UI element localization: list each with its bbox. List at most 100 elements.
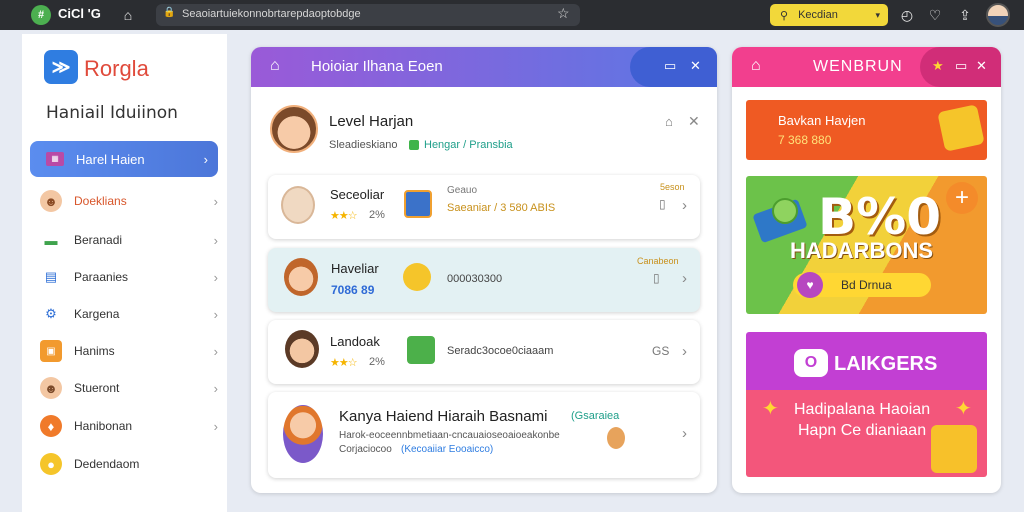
sidebar-item[interactable]: ☻ Doeklians › bbox=[40, 186, 218, 216]
doc-icon[interactable]: ▯ bbox=[653, 271, 660, 285]
featured-title-link[interactable]: (Gsaraiea bbox=[571, 410, 619, 422]
close-icon[interactable]: ✕ bbox=[688, 113, 700, 130]
sidebar-item-label: Stueront bbox=[74, 381, 120, 395]
promo1-value: 7 368 880 bbox=[778, 133, 832, 147]
profile-avatar bbox=[270, 105, 318, 153]
brand-logo-icon: O bbox=[794, 349, 828, 377]
card-side[interactable]: GS bbox=[652, 344, 669, 358]
url-text[interactable]: Seaoiartuiekonnobrtarepdaoptobdge bbox=[182, 8, 361, 20]
thumbs-up-icon bbox=[931, 425, 977, 473]
promo3-title: LAIKGERS bbox=[834, 353, 938, 375]
promo3-line1: Hadipalana Haoian bbox=[794, 401, 931, 418]
search-label: Kecdian bbox=[798, 9, 838, 21]
user-avatar[interactable] bbox=[986, 3, 1010, 27]
coin-icon bbox=[772, 198, 798, 224]
hero-avatar bbox=[283, 405, 323, 463]
browser-brand: CiCl 'G bbox=[58, 6, 101, 21]
star-icon[interactable]: ☆ bbox=[557, 5, 570, 22]
rating-stars: ★★☆ bbox=[330, 210, 358, 222]
featured-title: Kanya Haiend Hiaraih Basnami bbox=[339, 408, 548, 425]
card-info: Seradc3ocoe0ciaaam bbox=[447, 345, 554, 357]
mascot-icon bbox=[607, 427, 625, 449]
sidebar-subtitle: Haniail Iduiinon bbox=[46, 103, 178, 123]
pet-avatar bbox=[281, 186, 315, 224]
avatar-icon: ☻ bbox=[40, 377, 62, 399]
sidebar-item[interactable]: ♦ Hanibonan › bbox=[40, 411, 218, 441]
sparkle-icon: ✦ bbox=[762, 398, 779, 420]
upload-icon[interactable]: ⇪ bbox=[955, 5, 975, 25]
inbox-icon[interactable]: ⌂ bbox=[665, 114, 673, 129]
sidebar-item-label: Dedendaom bbox=[74, 457, 140, 471]
chevron-right-icon[interactable]: › bbox=[682, 343, 687, 360]
sidebar-item[interactable]: ▬ Beranadi › bbox=[40, 225, 219, 255]
search-pill[interactable]: ⚲ Kecdian ▾ bbox=[770, 4, 888, 26]
promo-panel-title: WENBRUN bbox=[813, 58, 903, 75]
sidebar-item[interactable]: ☻ Stueront › bbox=[40, 373, 218, 403]
sidebar-item[interactable]: ● Dedendaom bbox=[40, 449, 218, 479]
window-icon[interactable]: ▭ bbox=[664, 58, 676, 74]
heart-icon[interactable]: ♡ bbox=[925, 5, 945, 25]
card-rating: 2% bbox=[369, 356, 385, 368]
sidebar-item[interactable]: ⚙ Kargena › bbox=[40, 299, 218, 329]
chevron-right-icon: › bbox=[213, 232, 218, 248]
sidebar-item-label: Hanims bbox=[74, 344, 115, 358]
clock-icon[interactable]: ◴ bbox=[897, 5, 917, 25]
avatar-icon: ☻ bbox=[40, 190, 62, 212]
close-icon[interactable]: ✕ bbox=[976, 58, 987, 74]
panel-title: Hoioiar Ilhana Eoen bbox=[311, 58, 443, 75]
home-icon[interactable]: ⌂ bbox=[270, 57, 280, 75]
featured-line2-link[interactable]: (Kecoaiiar Eooaicco) bbox=[401, 444, 493, 455]
card-title: Haveliar bbox=[331, 261, 379, 276]
app-logo-text: Rorgla bbox=[84, 56, 149, 81]
chevron-right-icon: › bbox=[213, 306, 218, 322]
chevron-right-icon: › bbox=[213, 380, 218, 396]
chevron-right-icon: › bbox=[213, 269, 218, 285]
chevron-down-icon: ▾ bbox=[875, 9, 880, 20]
plus-icon[interactable]: + bbox=[946, 182, 978, 214]
heart-icon: ♥ bbox=[797, 272, 823, 298]
profile-link[interactable]: Hengar / Pransbia bbox=[424, 139, 513, 151]
sidebar-item[interactable]: ▣ Hanims › bbox=[40, 336, 218, 366]
card-tag: Canabeon bbox=[637, 256, 679, 266]
coin-icon bbox=[403, 263, 431, 291]
gear-icon: ⚙ bbox=[45, 306, 57, 321]
chevron-right-icon: › bbox=[213, 418, 218, 434]
card-info: Saeaniar / 3 580 ABIS bbox=[447, 202, 556, 214]
sidebar-item[interactable]: ▤ Paraanies › bbox=[40, 262, 218, 292]
promo2-subtitle: HADARBONS bbox=[790, 238, 933, 263]
card-info-top: Geauo bbox=[447, 185, 478, 196]
chevron-right-icon[interactable]: › bbox=[682, 197, 687, 214]
doc-icon[interactable]: ▯ bbox=[659, 197, 666, 211]
card-tag: 5eson bbox=[660, 182, 685, 192]
sidebar-item-label: Kargena bbox=[74, 307, 120, 321]
shield-icon: ♦ bbox=[40, 415, 62, 437]
collapse-icon[interactable]: ✕ bbox=[690, 58, 701, 74]
card-title: Seceoliar bbox=[330, 187, 385, 202]
search-icon: ⚲ bbox=[780, 9, 789, 22]
chevron-right-icon[interactable]: › bbox=[682, 425, 687, 442]
window-icon[interactable]: ▭ bbox=[955, 58, 967, 74]
browser-logo-icon[interactable]: # bbox=[31, 5, 51, 25]
sparkle-icon: ✦ bbox=[955, 398, 972, 420]
promo1-title: Bavkan Havjen bbox=[778, 113, 866, 128]
grid-icon: ▣ bbox=[40, 340, 62, 362]
sidebar-item-label: Beranadi bbox=[74, 233, 123, 247]
wallet-icon: ▬ bbox=[44, 232, 58, 248]
rating-stars: ★★☆ bbox=[330, 357, 358, 369]
badge-icon bbox=[409, 140, 419, 150]
grid-icon: ▦ bbox=[46, 152, 64, 166]
box-icon bbox=[404, 190, 432, 218]
sidebar-item-label: Hanibonan bbox=[74, 419, 133, 433]
app-logo-icon[interactable]: ≫ bbox=[44, 50, 78, 84]
sidebar-item-label: Harel Haien bbox=[76, 151, 145, 167]
sidebar-item-active[interactable]: ▦ Harel Haien › bbox=[30, 141, 218, 177]
lock-icon: 🔒 bbox=[163, 7, 176, 18]
chevron-right-icon: › bbox=[213, 193, 218, 209]
home-icon[interactable]: ⌂ bbox=[118, 5, 138, 25]
chart-icon: ▤ bbox=[44, 269, 58, 284]
coin-icon: ● bbox=[40, 453, 62, 475]
trophy-icon[interactable]: ★ bbox=[932, 58, 944, 74]
home-icon[interactable]: ⌂ bbox=[751, 57, 761, 75]
chevron-right-icon[interactable]: › bbox=[682, 270, 687, 287]
card-info: 000030300 bbox=[447, 273, 503, 285]
